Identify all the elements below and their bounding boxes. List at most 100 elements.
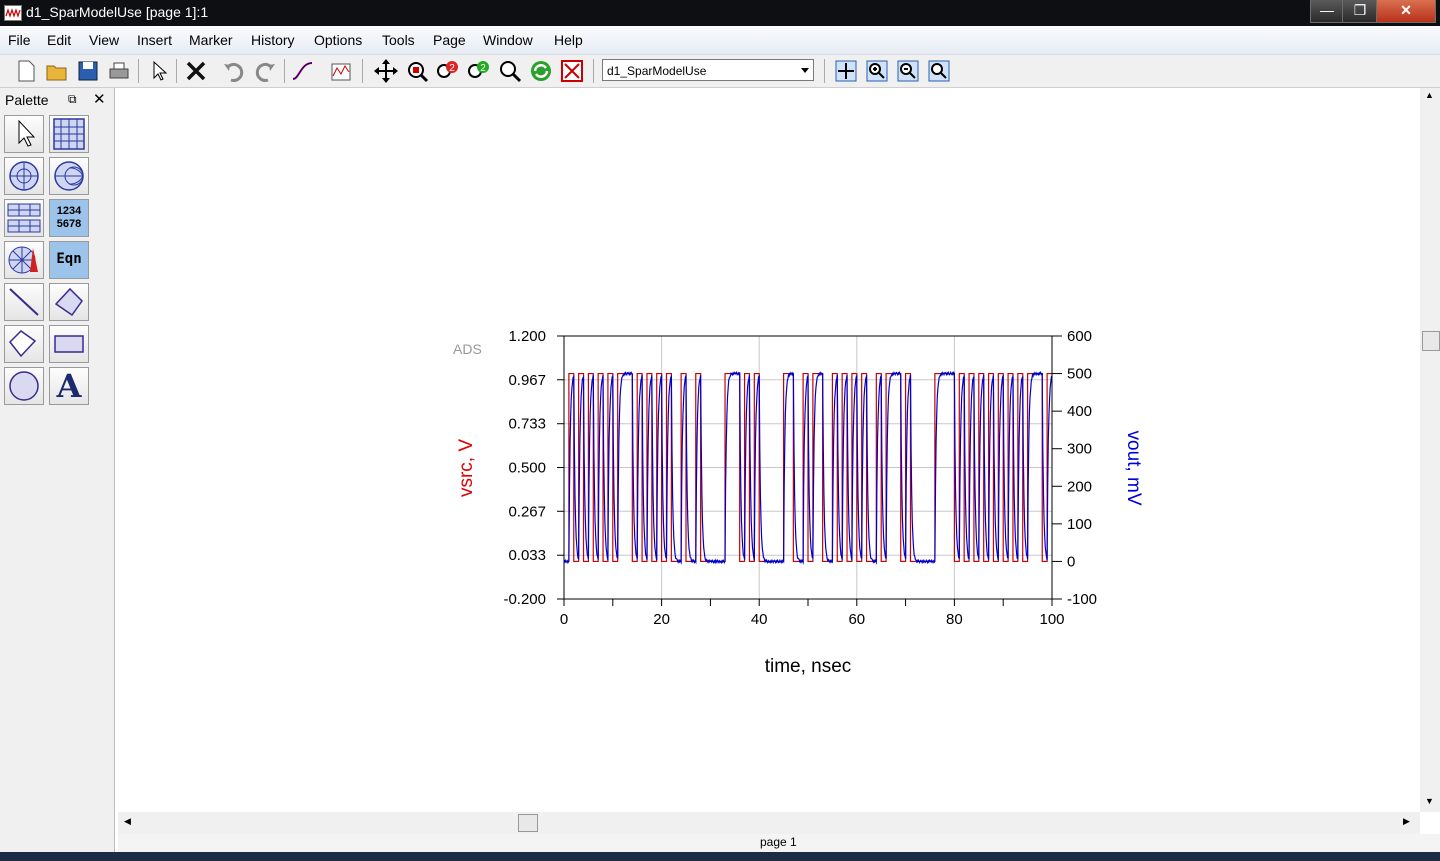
trace-icon[interactable] (290, 58, 316, 84)
x-tick-label: 100 (1039, 611, 1064, 628)
zoom-in-icon[interactable] (864, 58, 890, 84)
y-tick-label-right: 200 (1067, 478, 1092, 495)
title-bar: d1_SparModelUse [page 1]:1 — ❐ ✕ (0, 0, 1440, 26)
y-tick-label-right: -100 (1067, 591, 1097, 608)
y-axis-label-right: vout, mV (1123, 431, 1144, 506)
redo-icon[interactable] (252, 58, 278, 84)
zoom-in-2-icon[interactable]: 2 (435, 58, 461, 84)
y-tick-label-right: 500 (1067, 366, 1092, 383)
close-icon[interactable]: ✕ (93, 90, 106, 108)
page-select-value: d1_SparModelUse (607, 64, 707, 78)
plot-icon[interactable] (328, 58, 354, 84)
y-tick-label-left: 0.733 (508, 416, 546, 433)
menu-insert[interactable]: Insert (137, 32, 172, 48)
horizontal-scrollbar[interactable]: ◀ ▶ (118, 812, 1420, 834)
minimize-button[interactable]: — (1310, 0, 1344, 23)
palette-antenna-plot[interactable] (4, 241, 44, 279)
x-axis-label: time, nsec (765, 656, 852, 677)
refresh-icon[interactable] (528, 58, 554, 84)
traces (563, 370, 1053, 565)
palette-select-pointer[interactable] (4, 115, 44, 153)
x-tick-label: 40 (751, 611, 768, 628)
y-tick-label-right: 400 (1067, 403, 1092, 420)
y-tick-label-right: 300 (1067, 441, 1092, 458)
palette-polygon[interactable] (4, 325, 44, 363)
close-data-icon[interactable] (559, 58, 585, 84)
menu-help[interactable]: Help (554, 32, 583, 48)
palette-equation[interactable]: Eqn (49, 241, 89, 279)
y-tick-label-left: 0.500 (508, 460, 546, 477)
toolbar: 2 2 d1_SparModelUse (0, 55, 1440, 88)
vertical-scrollbar[interactable]: ▲ ▼ (1420, 88, 1440, 812)
list-label: 1234 5678 (56, 205, 82, 230)
print-icon[interactable] (106, 58, 132, 84)
menu-page[interactable]: Page (433, 32, 466, 48)
toolbar-separator (824, 59, 825, 83)
svg-text:2: 2 (480, 63, 486, 74)
app-icon (4, 5, 22, 21)
palette-panel: Palette ⧉ ✕ 1234 5678 Eqn A (0, 88, 115, 853)
palette-rectangle[interactable] (49, 325, 89, 363)
y-tick-label-left: 0.267 (508, 503, 546, 520)
palette-rectangular-plot[interactable] (49, 115, 89, 153)
delete-icon[interactable] (183, 58, 209, 84)
menu-view[interactable]: View (89, 32, 119, 48)
palette-text[interactable]: A (49, 367, 89, 405)
scroll-left-icon[interactable]: ◀ (124, 816, 131, 827)
menu-options[interactable]: Options (314, 32, 362, 48)
open-icon[interactable] (44, 58, 70, 84)
menu-tools[interactable]: Tools (382, 32, 415, 48)
toolbar-separator (593, 59, 594, 83)
palette-smith-chart[interactable] (49, 157, 89, 195)
x-tick-label: 80 (946, 611, 963, 628)
horizontal-scroll-thumb[interactable] (518, 814, 538, 832)
select-icon[interactable] (145, 58, 171, 84)
zoom-window-icon[interactable] (926, 58, 952, 84)
pan-icon[interactable] (373, 58, 399, 84)
zoom-out-icon[interactable] (895, 58, 921, 84)
chevron-down-icon (801, 68, 809, 73)
y-tick-label-left: 0.967 (508, 372, 546, 389)
new-icon[interactable] (13, 58, 39, 84)
scroll-down-icon[interactable]: ▼ (1425, 796, 1434, 806)
palette-stacked-plot[interactable] (4, 199, 44, 237)
palette-line[interactable] (4, 283, 44, 321)
ads-watermark: ADS (453, 341, 482, 357)
palette-circle[interactable] (4, 367, 44, 405)
vertical-scroll-thumb[interactable] (1422, 331, 1440, 351)
palette-polyline[interactable] (49, 283, 89, 321)
palette-polar-plot[interactable] (4, 157, 44, 195)
view-all-icon[interactable] (833, 58, 859, 84)
maximize-button[interactable]: ❐ (1342, 0, 1378, 23)
y-tick-label-left: 1.200 (508, 328, 546, 345)
menu-file[interactable]: File (8, 32, 31, 48)
toolbar-separator (284, 59, 285, 83)
scroll-right-icon[interactable]: ▶ (1403, 816, 1410, 827)
page-tab[interactable]: page 1 (760, 835, 797, 849)
x-tick-label: 60 (848, 611, 865, 628)
x-tick-label: 0 (560, 611, 568, 628)
menu-window[interactable]: Window (483, 32, 533, 48)
zoom-box-icon[interactable] (404, 58, 430, 84)
undo-icon[interactable] (221, 58, 247, 84)
plot-canvas[interactable]: 0 20 40 60 80 100 1.200 0.967 0.733 0.500 0.267 0.0… (118, 88, 1420, 812)
page-select[interactable]: d1_SparModelUse (602, 59, 814, 81)
save-icon[interactable] (75, 58, 101, 84)
scroll-up-icon[interactable]: ▲ (1425, 90, 1434, 100)
menu-marker[interactable]: Marker (189, 32, 233, 48)
zoom-out-2-icon[interactable]: 2 (466, 58, 492, 84)
toolbar-separator (362, 59, 363, 83)
float-icon[interactable]: ⧉ (68, 92, 77, 107)
x-tick-label: 20 (653, 611, 670, 628)
taskbar (0, 852, 1440, 861)
y-tick-label-right: 600 (1067, 328, 1092, 345)
menu-history[interactable]: History (251, 32, 295, 48)
y-tick-label-left: 0.033 (508, 547, 546, 564)
zoom-icon[interactable] (497, 58, 523, 84)
y-axis-label-left: vsrc, V (456, 439, 477, 497)
close-button[interactable]: ✕ (1376, 0, 1436, 23)
y-tick-label-right: 0 (1067, 553, 1075, 570)
y-tick-label-left: -0.200 (503, 591, 546, 608)
menu-edit[interactable]: Edit (47, 32, 71, 48)
palette-list[interactable]: 1234 5678 (49, 199, 89, 237)
